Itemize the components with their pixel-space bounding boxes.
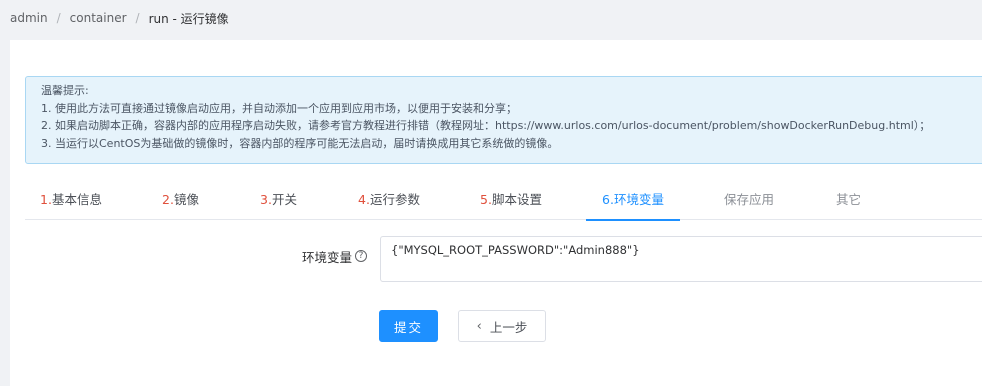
- breadcrumb-current: run - 运行镜像: [148, 11, 229, 26]
- tab-switches[interactable]: 3.开关: [260, 180, 297, 220]
- tab-label: 基本信息: [51, 192, 102, 207]
- tab-label: 保存应用: [724, 192, 775, 207]
- env-var-textarea[interactable]: {"MYSQL_ROOT_PASSWORD":"Admin888"}: [380, 236, 982, 282]
- tab-label: 环境变量: [613, 192, 664, 207]
- tab-label: 其它: [836, 192, 862, 207]
- tab-label: 脚本设置: [491, 192, 542, 207]
- prev-step-button[interactable]: ‹ 上一步: [458, 310, 546, 342]
- tab-script-settings[interactable]: 5.脚本设置: [480, 180, 542, 220]
- main-card: 温馨提示: 1. 使用此方法可直接通过镜像启动应用，并自动添加一个应用到应用市场…: [10, 40, 982, 386]
- tab-number: 3.: [260, 192, 272, 207]
- step-tabs: 1.基本信息 2.镜像 3.开关 4.运行参数 5.脚本设置 6.环境变量 保存…: [25, 180, 982, 221]
- breadcrumb-item-container[interactable]: container: [70, 11, 127, 25]
- env-var-label-text: 环境变量: [302, 249, 353, 265]
- tip-alert: 温馨提示: 1. 使用此方法可直接通过镜像启动应用，并自动添加一个应用到应用市场…: [25, 76, 982, 164]
- tab-number: 2.: [162, 192, 174, 207]
- tab-label: 镜像: [173, 192, 199, 207]
- env-var-label: 环境变量 ?: [302, 247, 368, 265]
- tab-label: 开关: [271, 192, 297, 207]
- submit-button[interactable]: 提交: [379, 310, 438, 342]
- tab-other[interactable]: 其它: [836, 180, 861, 220]
- tip-title: 温馨提示:: [41, 84, 89, 97]
- tab-number: 6.: [602, 192, 614, 207]
- tab-save-app[interactable]: 保存应用: [724, 180, 774, 220]
- tab-run-params[interactable]: 4.运行参数: [358, 180, 420, 220]
- chevron-left-icon: ‹: [476, 318, 482, 334]
- tab-env-vars[interactable]: 6.环境变量: [586, 180, 680, 221]
- breadcrumb-item-admin[interactable]: admin: [10, 11, 48, 25]
- tab-number: 1.: [40, 192, 52, 207]
- tab-number: 5.: [480, 192, 492, 207]
- breadcrumb-separator: /: [135, 11, 140, 25]
- tab-basic-info[interactable]: 1.基本信息: [40, 180, 102, 220]
- tip-line-2: 2. 如果启动脚本正确，容器内部的应用程序启动失败，请参考官方教程进行排错（教程…: [41, 119, 931, 132]
- prev-step-label: 上一步: [489, 319, 528, 335]
- tab-number: 4.: [358, 192, 370, 207]
- breadcrumb: admin / container / run - 运行镜像: [10, 9, 229, 27]
- tab-label: 运行参数: [369, 192, 420, 207]
- tab-image[interactable]: 2.镜像: [162, 180, 199, 220]
- question-circle-icon[interactable]: ?: [355, 250, 368, 262]
- tip-line-1: 1. 使用此方法可直接通过镜像启动应用，并自动添加一个应用到应用市场，以便用于安…: [41, 101, 517, 115]
- tip-line-3: 3. 当运行以CentOS为基础做的镜像时，容器内部的程序可能无法启动，届时请换…: [41, 136, 559, 150]
- breadcrumb-separator: /: [56, 11, 61, 25]
